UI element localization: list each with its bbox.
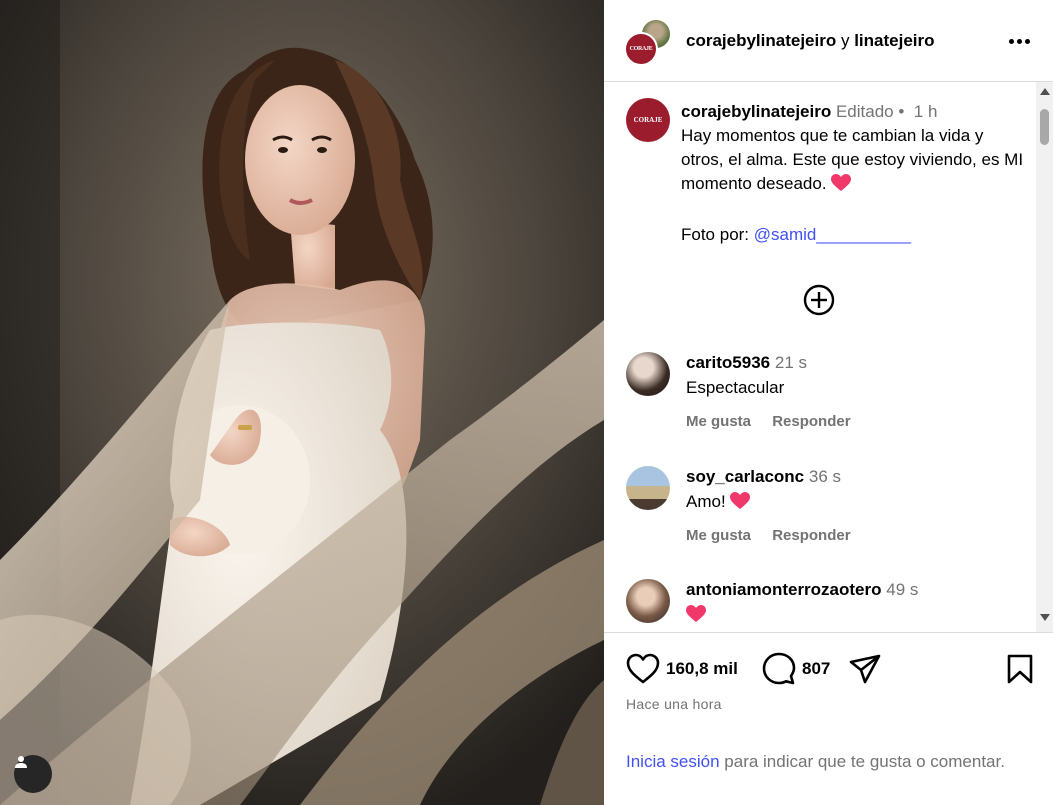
save-icon bbox=[1007, 654, 1033, 684]
login-link[interactable]: Inicia sesión bbox=[626, 752, 720, 771]
comment-reply-button[interactable]: Responder bbox=[772, 527, 850, 544]
comment-header: carito5936 21 s bbox=[686, 353, 807, 373]
caption-username[interactable]: corajebylinatejeiro bbox=[681, 102, 831, 121]
heart-emoji bbox=[686, 605, 706, 628]
comment-avatar[interactable] bbox=[626, 579, 670, 623]
comment-reply-button[interactable]: Responder bbox=[772, 413, 850, 430]
comment-username[interactable]: soy_carlaconc bbox=[686, 467, 804, 486]
heart-emoji bbox=[831, 174, 852, 199]
save-button[interactable] bbox=[1006, 651, 1034, 687]
login-text: para indicar que te gusta o comentar. bbox=[719, 752, 1005, 771]
comments-scrollbar[interactable] bbox=[1036, 82, 1053, 632]
caption-separator: • bbox=[898, 102, 905, 121]
caption-edited: Editado bbox=[835, 102, 894, 121]
photo-credit-label: Foto por: bbox=[681, 225, 750, 244]
photo-credit-link[interactable]: @samid__________ bbox=[754, 225, 911, 244]
more-options-button[interactable] bbox=[1004, 28, 1034, 54]
comment-text-row: Amo! bbox=[686, 492, 751, 515]
comment-time: 49 s bbox=[886, 580, 919, 599]
caption-avatar[interactable]: CORAJE bbox=[626, 98, 670, 142]
collab-avatars[interactable]: CORAJE bbox=[624, 18, 674, 66]
likes-count[interactable]: 160,8 mil bbox=[666, 659, 738, 679]
comments-count[interactable]: 807 bbox=[802, 659, 830, 679]
like-button[interactable]: 160,8 mil bbox=[626, 651, 738, 687]
scroll-thumb[interactable] bbox=[1040, 109, 1049, 145]
post-timestamp[interactable]: Hace una hora bbox=[626, 696, 722, 712]
add-circle-icon[interactable] bbox=[801, 282, 837, 318]
post-photo[interactable] bbox=[0, 0, 604, 805]
scroll-up-arrow[interactable] bbox=[1040, 88, 1050, 95]
comment-actions: Me gusta Responder bbox=[686, 413, 868, 430]
comment-like-button[interactable]: Me gusta bbox=[686, 413, 751, 430]
comment-item: soy_carlaconc 36 s Amo! Me gusta Respond… bbox=[626, 466, 1026, 556]
author-conjunction: y bbox=[840, 31, 850, 50]
comments-scroll-area[interactable]: CORAJE corajebylinatejeiro Editado • 1 h… bbox=[604, 82, 1053, 632]
comment-text: Espectacular bbox=[686, 378, 785, 397]
photo-illustration bbox=[0, 0, 604, 805]
more-icon bbox=[1008, 38, 1030, 44]
caption-time: 1 h bbox=[913, 102, 938, 121]
caption-text: Hay momentos que te cambian la vida y ot… bbox=[681, 126, 1024, 193]
comment-username[interactable]: antoniamonterrozaotero bbox=[686, 580, 882, 599]
comment-button[interactable]: 807 bbox=[762, 651, 830, 687]
comment-time: 36 s bbox=[808, 467, 842, 486]
login-prompt: Inicia sesión para indicar que te gusta … bbox=[626, 749, 1026, 774]
scroll-down-arrow[interactable] bbox=[1040, 614, 1050, 621]
heart-emoji bbox=[730, 492, 751, 515]
author-link[interactable]: corajebylinatejeiro bbox=[686, 31, 836, 50]
post-sidebar: CORAJE corajebylinatejeiro y linatejeiro… bbox=[604, 0, 1053, 805]
comment-item: carito5936 21 s Espectacular Me gusta Re… bbox=[626, 352, 1026, 442]
post-header: CORAJE corajebylinatejeiro y linatejeiro bbox=[604, 0, 1053, 82]
comment-text: Amo! bbox=[686, 492, 726, 511]
share-button[interactable] bbox=[848, 651, 882, 687]
comment-avatar[interactable] bbox=[626, 352, 670, 396]
comment-item: antoniamonterrozaotero 49 s bbox=[626, 579, 1026, 632]
comment-time: 21 s bbox=[774, 353, 807, 372]
user-tag-button[interactable] bbox=[14, 755, 52, 793]
like-heart-icon bbox=[626, 653, 660, 684]
comment-icon bbox=[762, 652, 796, 685]
comment-like-button[interactable]: Me gusta bbox=[686, 527, 751, 544]
author-avatar[interactable]: CORAJE bbox=[624, 32, 658, 66]
share-icon bbox=[849, 654, 881, 684]
coauthor-link[interactable]: linatejeiro bbox=[854, 31, 934, 50]
comment-username[interactable]: carito5936 bbox=[686, 353, 770, 372]
post-footer: 160,8 mil 807 Hace una hora Inicia sesió… bbox=[604, 632, 1053, 805]
comment-actions: Me gusta Responder bbox=[686, 527, 868, 544]
comment-header: antoniamonterrozaotero 49 s bbox=[686, 580, 918, 600]
comment-avatar[interactable] bbox=[626, 466, 670, 510]
user-tag-icon bbox=[15, 756, 27, 768]
header-authors: corajebylinatejeiro y linatejeiro bbox=[686, 31, 935, 51]
comment-text-row bbox=[686, 605, 706, 628]
caption-body: corajebylinatejeiro Editado • 1 h Hay mo… bbox=[681, 100, 1026, 247]
comment-header: soy_carlaconc 36 s bbox=[686, 467, 841, 487]
post-actions: 160,8 mil 807 bbox=[626, 651, 1036, 687]
